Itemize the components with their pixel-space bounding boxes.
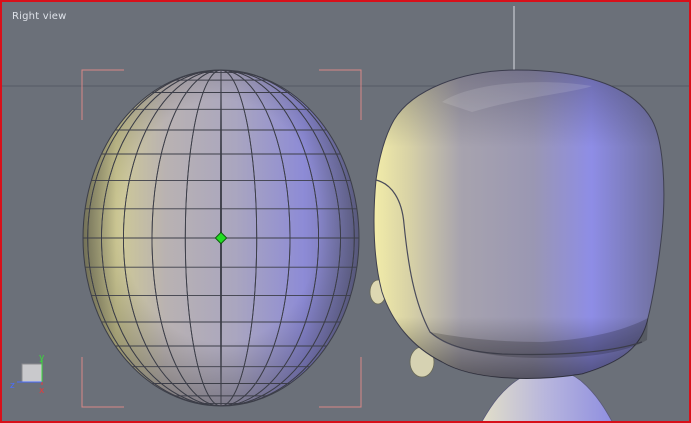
viewport-label[interactable]: Right view	[12, 11, 67, 22]
right-viewport[interactable]: Right view y z x	[0, 0, 691, 423]
axis-gizmo: y z x	[10, 353, 45, 396]
axis-label-z: z	[10, 381, 15, 391]
sphere-object[interactable]	[82, 69, 360, 407]
viewport-scene[interactable]: y z x	[2, 2, 691, 423]
axis-label-x: x	[39, 386, 45, 396]
character-head-object[interactable]	[369, 69, 665, 423]
axis-label-y: y	[39, 353, 45, 363]
